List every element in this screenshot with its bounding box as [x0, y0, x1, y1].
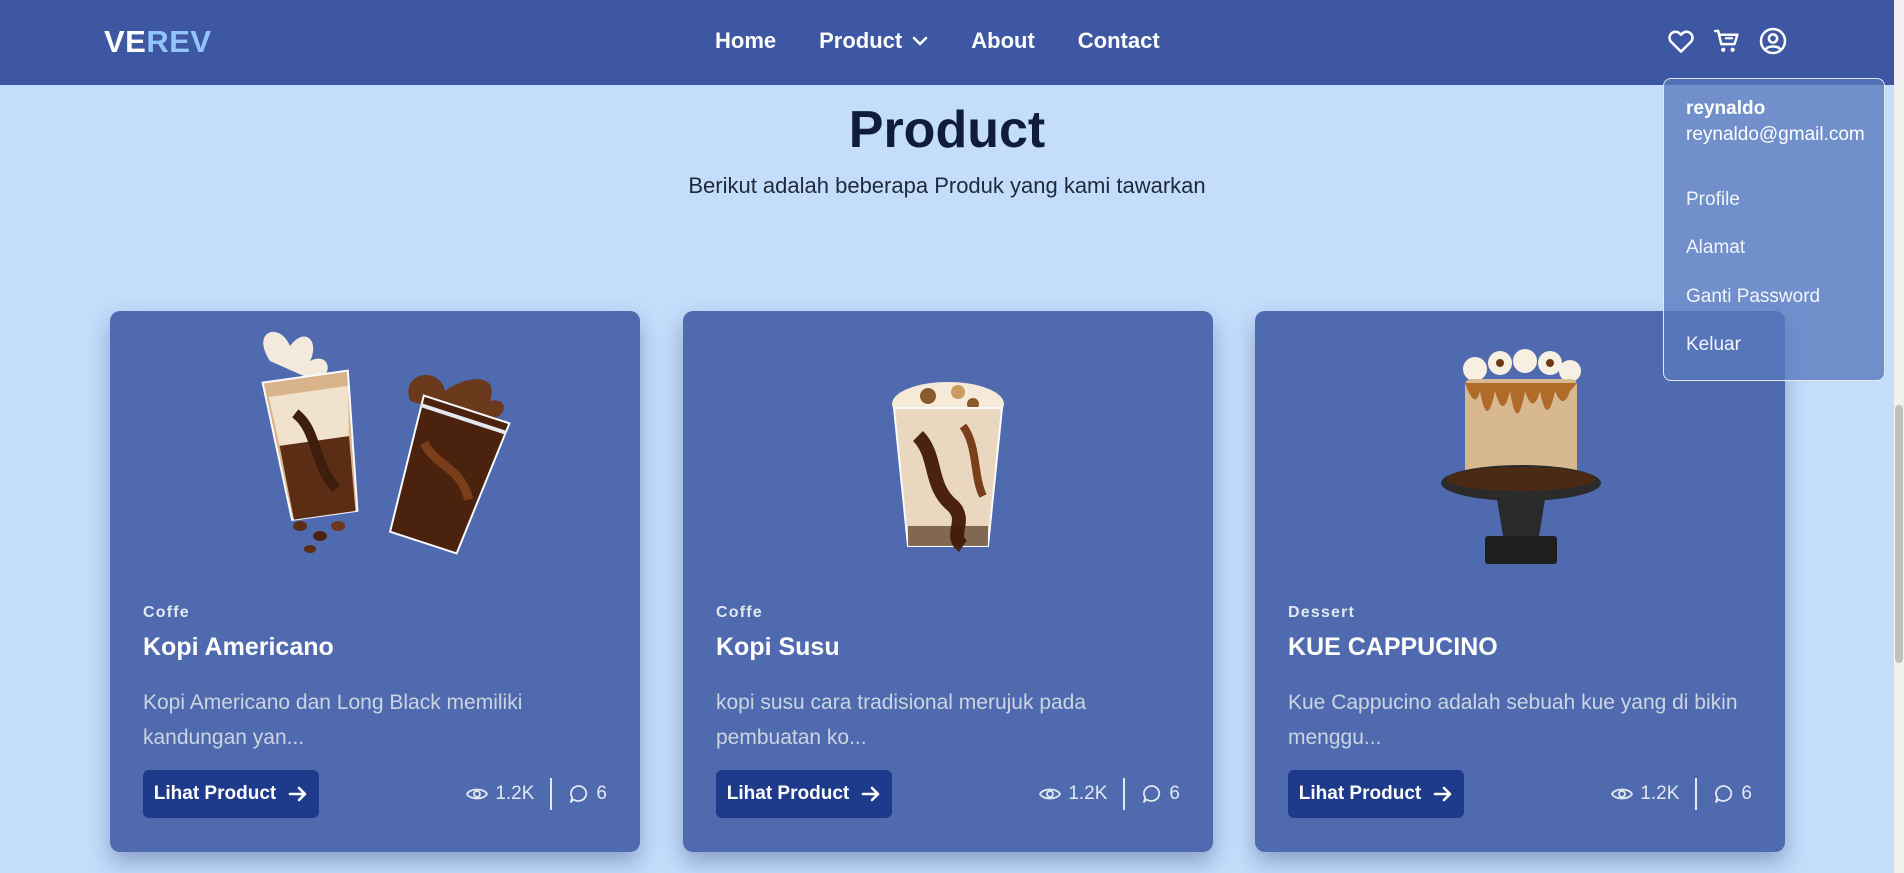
- stats-divider: [1123, 778, 1126, 810]
- arrow-right-icon: [1433, 786, 1452, 802]
- nav-link-product-label: Product: [819, 28, 903, 53]
- eye-icon: [466, 788, 489, 800]
- product-description: Kue Cappucino adalah sebuah kue yang di …: [1288, 691, 1738, 749]
- page-scrollbar[interactable]: [1894, 0, 1904, 873]
- view-product-button[interactable]: Lihat Product: [716, 770, 892, 818]
- views-count: 1.2K: [1068, 783, 1108, 804]
- comments-count: 6: [1741, 783, 1752, 804]
- product-stats: 1.2K 6: [1610, 778, 1752, 810]
- view-product-button-label: Lihat Product: [726, 783, 850, 804]
- menu-item-change-password[interactable]: Ganti Password: [1686, 286, 1820, 308]
- view-product-button[interactable]: Lihat Product: [143, 770, 319, 818]
- nav-link-about[interactable]: About: [971, 28, 1035, 54]
- product-title: KUE CAPPUCINO: [1288, 633, 1498, 661]
- comments-count: 6: [1169, 783, 1180, 804]
- user-dropdown-menu: reynaldo reynaldo@gmail.com Profile Alam…: [1663, 78, 1885, 381]
- nav-link-contact[interactable]: Contact: [1078, 28, 1160, 54]
- user-circle-icon[interactable]: [1758, 26, 1788, 56]
- views-stat: 1.2K: [1038, 783, 1107, 805]
- product-card: Coffe Kopi Susu kopi susu cara tradision…: [683, 311, 1213, 852]
- menu-item-profile[interactable]: Profile: [1686, 189, 1740, 211]
- product-description: Kopi Americano dan Long Black memiliki k…: [143, 691, 523, 749]
- nav-link-product[interactable]: Product: [819, 28, 928, 54]
- menu-item-logout[interactable]: Keluar: [1686, 334, 1741, 356]
- view-product-button[interactable]: Lihat Product: [1288, 770, 1464, 818]
- views-count: 1.2K: [1640, 783, 1680, 804]
- product-card: Dessert KUE CAPPUCINO Kue Cappucino adal…: [1255, 311, 1785, 852]
- page-subtitle: Berikut adalah beberapa Produk yang kami…: [688, 173, 1206, 198]
- heart-icon[interactable]: [1666, 26, 1696, 56]
- arrow-right-icon: [861, 786, 880, 802]
- page-title: Product: [848, 101, 1046, 159]
- product-category: Dessert: [1288, 604, 1356, 621]
- scrollbar-thumb[interactable]: [1895, 405, 1903, 663]
- arrow-right-icon: [288, 786, 307, 802]
- logo-part-ve: VE: [104, 24, 147, 59]
- product-category: Coffe: [143, 604, 190, 621]
- comments-stat: 6: [1141, 783, 1180, 805]
- views-stat: 1.2K: [465, 783, 534, 805]
- logo[interactable]: VEREV: [104, 24, 212, 60]
- menu-item-alamat[interactable]: Alamat: [1686, 237, 1745, 259]
- cart-icon[interactable]: [1712, 26, 1742, 56]
- nav-link-home[interactable]: Home: [715, 28, 776, 54]
- eye-icon: [1039, 788, 1062, 800]
- user-name: reynaldo: [1686, 98, 1766, 119]
- product-image-iced-coffee-pair: [110, 311, 640, 571]
- stats-divider: [1695, 778, 1698, 810]
- product-title: Kopi Americano: [143, 633, 334, 661]
- product-card: Coffe Kopi Americano Kopi Americano dan …: [110, 311, 640, 852]
- product-image-iced-milk-coffee: [683, 311, 1213, 571]
- product-stats: 1.2K 6: [1038, 778, 1180, 810]
- comment-icon: [570, 785, 588, 803]
- views-stat: 1.2K: [1610, 783, 1679, 805]
- nav-links: Home Product About Contact: [715, 28, 1160, 54]
- nav-icons: [1666, 26, 1788, 56]
- comment-icon: [1715, 785, 1733, 803]
- user-email: reynaldo@gmail.com: [1686, 124, 1865, 145]
- comments-count: 6: [596, 783, 607, 804]
- view-product-button-label: Lihat Product: [153, 783, 277, 804]
- view-product-button-label: Lihat Product: [1298, 783, 1422, 804]
- product-stats: 1.2K 6: [465, 778, 607, 810]
- logo-part-rev: REV: [146, 24, 212, 59]
- comments-stat: 6: [568, 783, 607, 805]
- eye-icon: [1611, 788, 1634, 800]
- chevron-down-icon: [912, 36, 928, 46]
- product-category: Coffe: [716, 604, 763, 621]
- product-description: kopi susu cara tradisional merujuk pada …: [716, 691, 1087, 749]
- comment-icon: [1143, 785, 1161, 803]
- views-count: 1.2K: [495, 783, 535, 804]
- stats-divider: [550, 778, 553, 810]
- product-title: Kopi Susu: [716, 633, 840, 661]
- navbar: VEREV Home Product About Contact: [0, 0, 1894, 85]
- comments-stat: 6: [1713, 783, 1752, 805]
